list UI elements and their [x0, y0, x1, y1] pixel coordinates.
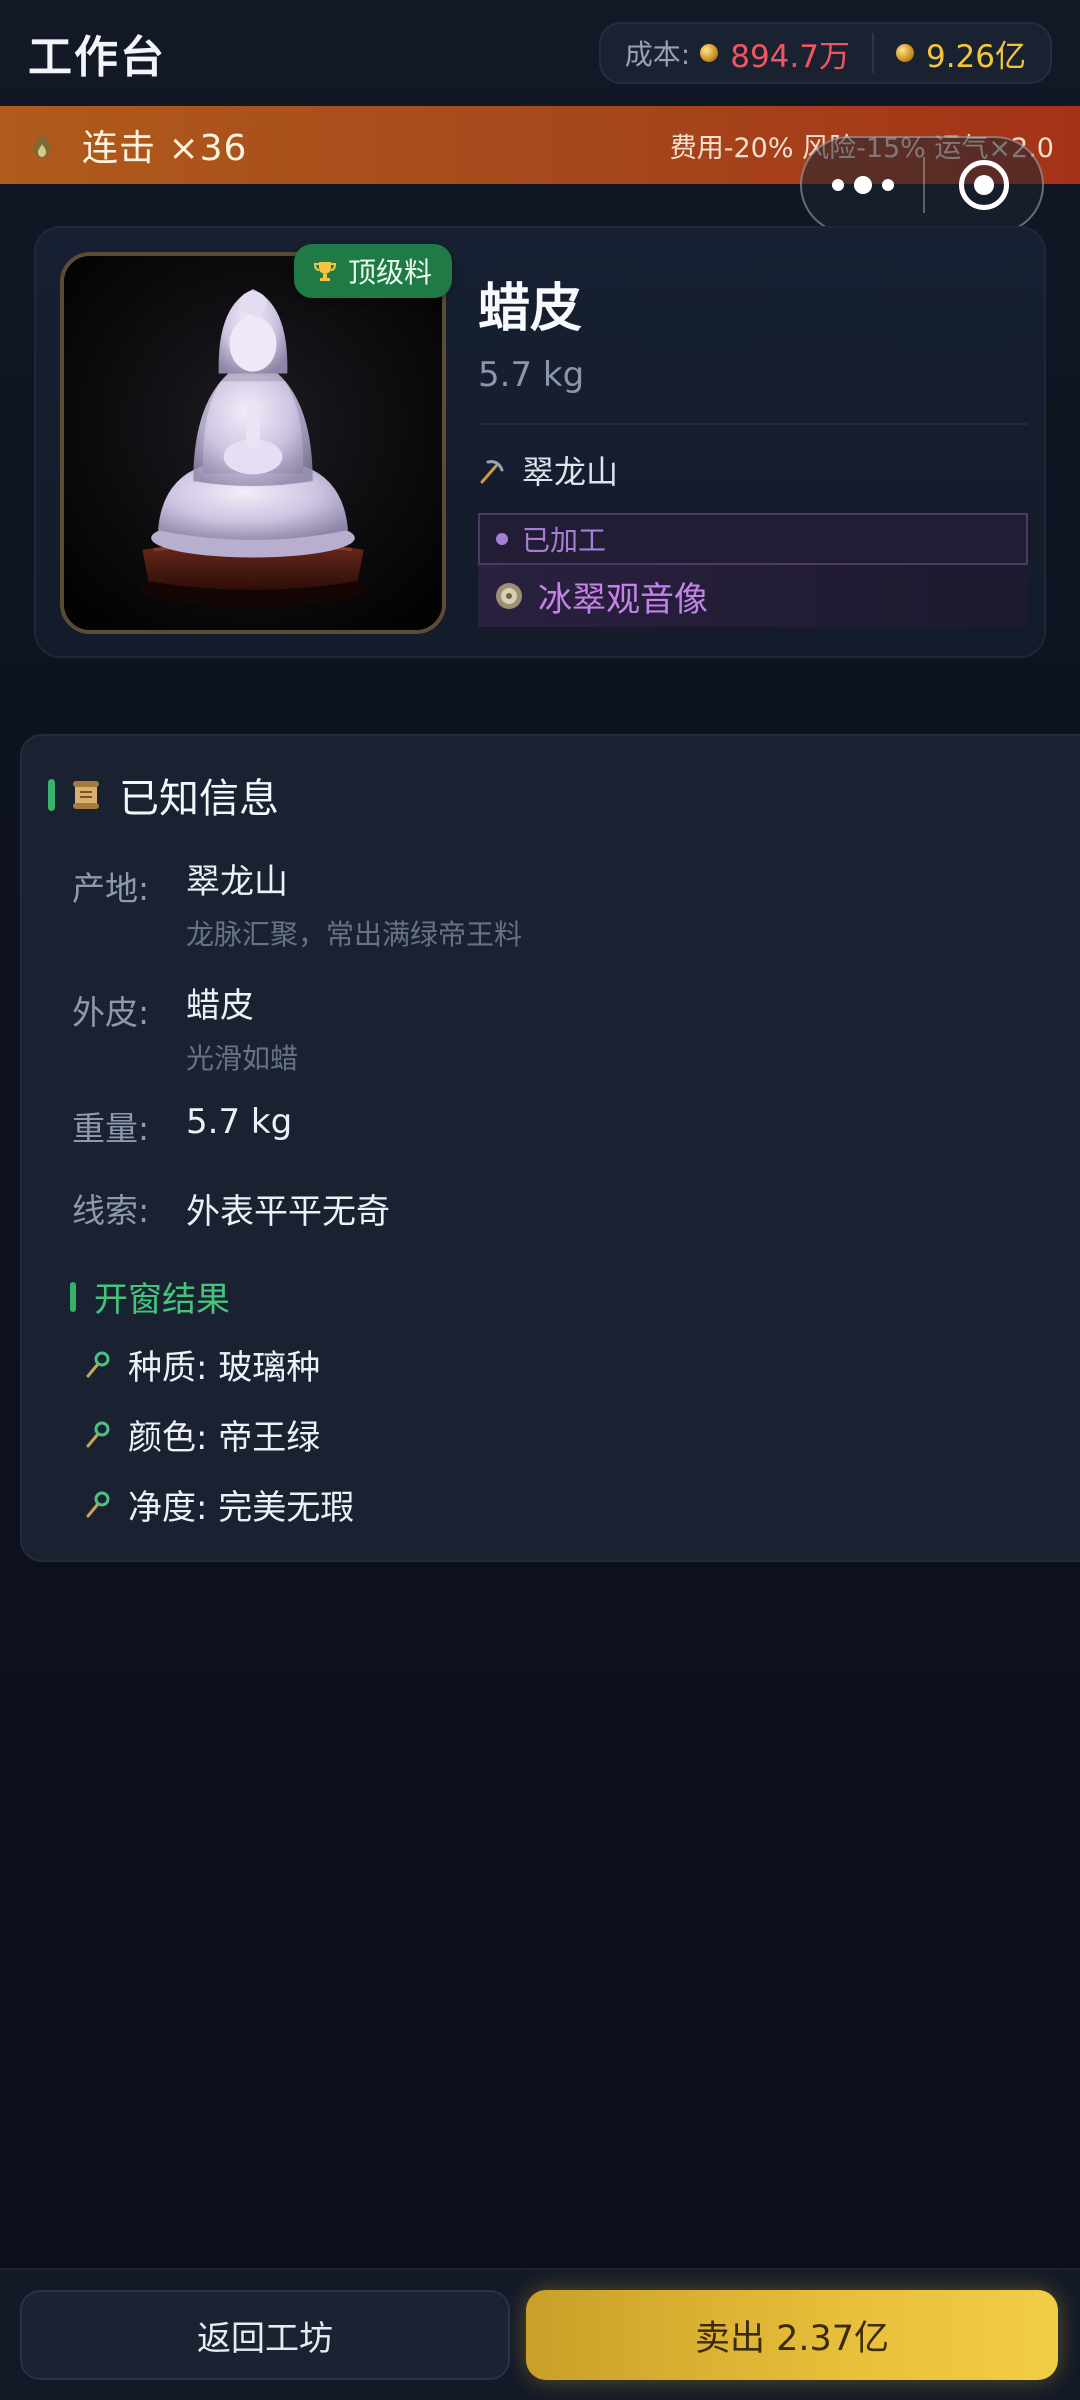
processed-label: 已加工	[522, 524, 607, 557]
combo-count: 连击 ×36	[82, 128, 248, 169]
workbench-screen: 工作台 成本: 894.7万 9.26亿 连击 ×36 费用-20% 风险-15…	[0, 0, 1080, 2400]
sell-button[interactable]: 卖出 2.37亿	[526, 2290, 1058, 2380]
known-info-panel: 已知信息 产地: 翠龙山 龙脉汇聚，常出满绿帝王料 外皮: 蜡皮 光滑如蜡 重量…	[20, 734, 1080, 1562]
money-stat: 9.26亿	[895, 31, 1026, 76]
status-dot	[496, 533, 508, 545]
field-label: 重量:	[72, 1109, 150, 1148]
coin-icon	[700, 44, 719, 62]
subsection-accent-bar	[70, 1281, 76, 1312]
magnifier-icon	[86, 1421, 110, 1447]
field-note: 龙脉汇聚，常出满绿帝王料	[186, 918, 523, 951]
currency-panel: 成本: 894.7万 9.26亿	[598, 22, 1052, 84]
product-name: 冰翠观音像	[538, 579, 708, 620]
field-clue: 线索: 外表平平无奇	[72, 1184, 390, 1233]
origin-row: 翠龙山	[478, 447, 1028, 493]
field-label: 线索:	[72, 1191, 150, 1230]
field-value: 5.7 kg	[186, 1102, 293, 1142]
item-info: 蜡皮 5.7 kg 翠龙山 已加工 冰翠观音像	[478, 266, 1028, 627]
bottom-action-bar: 返回工坊 卖出 2.37亿	[0, 2268, 1080, 2400]
cost-label: 成本:	[624, 38, 691, 71]
scroll-icon	[73, 781, 99, 809]
result-text: 颜色: 帝王绿	[128, 1418, 321, 1458]
field-weight: 重量: 5.7 kg	[72, 1102, 292, 1150]
more-dot	[831, 179, 844, 191]
origin-name: 翠龙山	[522, 453, 619, 491]
money-value: 9.26亿	[925, 38, 1026, 75]
item-name: 蜡皮	[478, 279, 583, 339]
trophy-icon	[314, 262, 336, 281]
jade-disc-icon	[496, 583, 522, 609]
field-origin: 产地: 翠龙山 龙脉汇聚，常出满绿帝王料	[72, 854, 522, 953]
field-value: 翠龙山	[186, 862, 288, 902]
window-result-header: 开窗结果	[70, 1272, 230, 1321]
field-skin: 外皮: 蜡皮 光滑如蜡	[72, 978, 298, 1077]
field-value: 蜡皮	[186, 986, 254, 1026]
magnifier-icon	[86, 1491, 110, 1517]
info-divider	[478, 423, 1028, 425]
result-text: 净度: 完美无瑕	[128, 1488, 355, 1528]
miniprogram-capsule	[800, 136, 1044, 234]
processed-status: 已加工	[478, 513, 1028, 565]
item-image[interactable]	[60, 252, 446, 634]
item-weight: 5.7 kg	[478, 355, 585, 395]
guanyin-statue-image	[64, 256, 442, 630]
known-info-header: 已知信息	[48, 766, 279, 824]
coin-icon	[895, 44, 914, 62]
cost-stat: 成本: 894.7万	[625, 31, 850, 76]
close-miniprogram-button[interactable]	[925, 138, 1042, 232]
field-value: 外表平平无奇	[186, 1192, 390, 1232]
back-to-workshop-button[interactable]: 返回工坊	[20, 2290, 510, 2380]
magnifier-icon	[86, 1351, 110, 1377]
more-dot	[853, 176, 872, 194]
pickaxe-icon	[480, 460, 504, 484]
top-grade-label: 顶级料	[348, 256, 433, 289]
result-item: 颜色: 帝王绿	[84, 1410, 320, 1459]
section-accent-bar	[48, 779, 55, 811]
field-note: 光滑如蜡	[186, 1042, 299, 1075]
field-label: 外皮:	[72, 993, 150, 1032]
field-label: 产地:	[72, 869, 150, 908]
flame-icon	[34, 132, 50, 158]
product-row: 冰翠观音像	[478, 565, 1028, 627]
result-item: 种质: 玻璃种	[84, 1340, 320, 1389]
target-icon	[958, 160, 1009, 210]
page-title: 工作台	[28, 32, 166, 83]
known-info-title: 已知信息	[119, 776, 279, 822]
top-grade-badge: 顶级料	[294, 244, 453, 298]
result-text: 种质: 玻璃种	[128, 1348, 321, 1388]
more-dot	[881, 179, 894, 191]
cost-value: 894.7万	[730, 38, 850, 75]
window-result-title: 开窗结果	[94, 1280, 230, 1320]
item-card: 顶级料 蜡皮 5.7 kg 翠龙山 已加工 冰翠观音像	[34, 226, 1046, 658]
stat-divider	[871, 33, 874, 73]
top-header: 工作台 成本: 894.7万 9.26亿	[0, 0, 1080, 106]
more-button[interactable]	[802, 138, 923, 232]
result-item: 净度: 完美无瑕	[84, 1480, 354, 1529]
